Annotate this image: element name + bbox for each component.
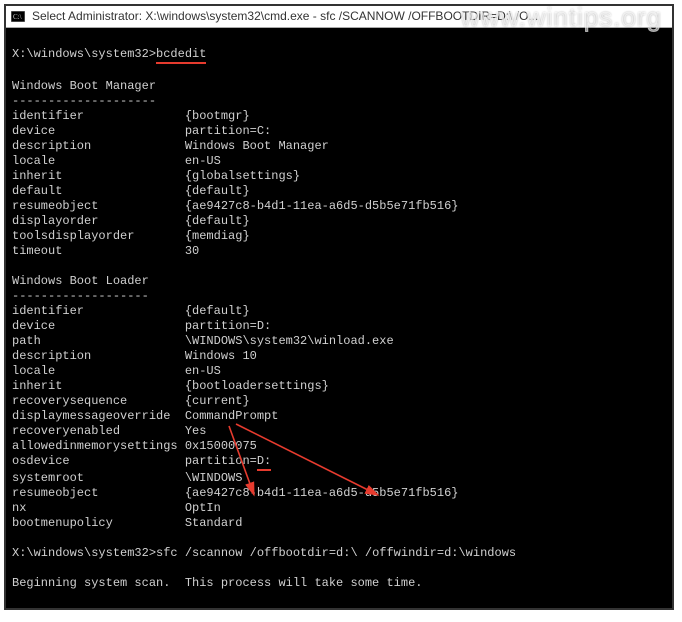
row: locale en-US [12,364,221,378]
row: default {default} [12,184,250,198]
row: displaymessageoverride CommandPrompt [12,409,278,423]
prompt-path: X:\windows\system32> [12,546,156,560]
row: identifier {default} [12,304,250,318]
scan-message: Beginning system scan. This process will… [12,576,422,590]
console-output[interactable]: X:\windows\system32>bcdedit Windows Boot… [6,28,672,608]
wbl-header: Windows Boot Loader [12,274,149,288]
osdevice-drive: D: [257,454,271,471]
row: timeout 30 [12,244,199,258]
cmd-icon: C:\ [10,9,26,25]
row: toolsdisplayorder {memdiag} [12,229,250,243]
row: recoveryenabled Yes [12,424,206,438]
row: nx OptIn [12,501,221,515]
bcdedit-cmd: bcdedit [156,47,206,64]
row: systemroot \WINDOWS [12,471,242,485]
row: osdevice partition=D: [12,454,271,468]
titlebar[interactable]: C:\ Select Administrator: X:\windows\sys… [6,6,672,28]
row: path \WINDOWS\system32\winload.exe [12,334,394,348]
wbm-sep: -------------------- [12,94,156,108]
row: inherit {globalsettings} [12,169,300,183]
row: device partition=C: [12,124,271,138]
row: bootmenupolicy Standard [12,516,242,530]
wbl-sep: ------------------- [12,289,149,303]
prompt-path: X:\windows\system32> [12,47,156,61]
row: inherit {bootloadersettings} [12,379,329,393]
row: resumeobject {ae9427c8-b4d1-11ea-a6d5-d5… [12,199,458,213]
row: recoverysequence {current} [12,394,250,408]
sfc-cmd: sfc /scannow /offbootdir=d:\ /offwindir=… [156,546,516,560]
window-title: Select Administrator: X:\windows\system3… [32,9,538,24]
svg-text:C:\: C:\ [13,13,22,21]
row: locale en-US [12,154,221,168]
row: allowedinmemorysettings 0x15000075 [12,439,257,453]
row: identifier {bootmgr} [12,109,250,123]
row: description Windows 10 [12,349,257,363]
row: displayorder {default} [12,214,250,228]
row: resumeobject {ae9427c8-b4d1-11ea-a6d5-d5… [12,486,458,500]
cmd-window: C:\ Select Administrator: X:\windows\sys… [4,4,674,610]
row: description Windows Boot Manager [12,139,329,153]
wbm-header: Windows Boot Manager [12,79,156,93]
row: device partition=D: [12,319,271,333]
